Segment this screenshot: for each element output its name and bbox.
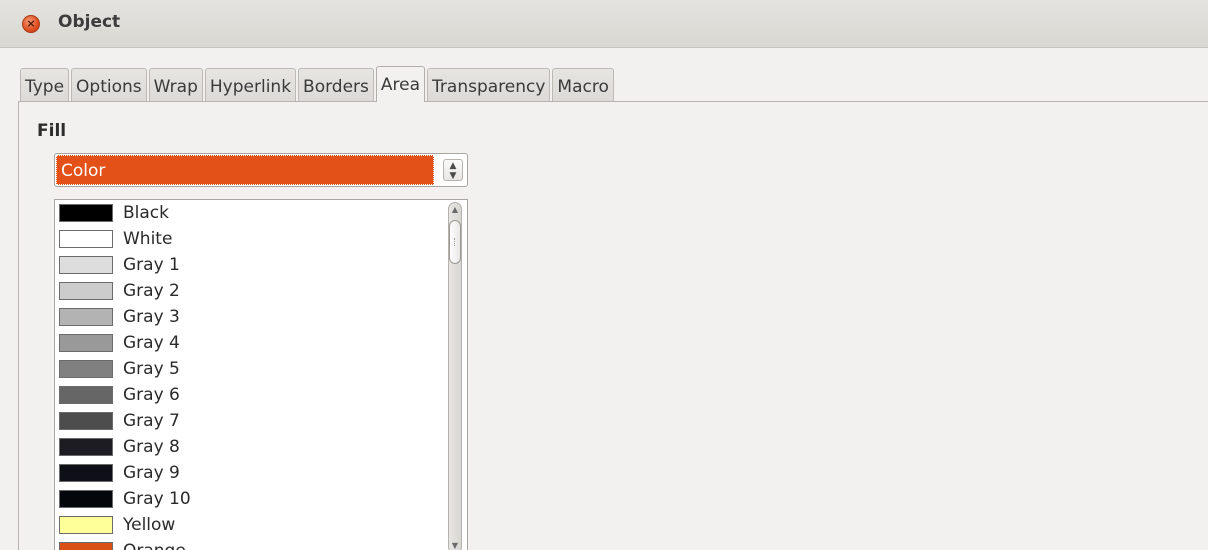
color-name: Gray 2: [123, 281, 180, 301]
color-name: Gray 8: [123, 437, 180, 457]
tab-borders[interactable]: Borders: [298, 68, 374, 102]
color-name: Gray 7: [123, 411, 180, 431]
color-name: Black: [123, 203, 169, 223]
close-icon[interactable]: ×: [22, 15, 40, 33]
fill-type-select[interactable]: Color ▲ ▼: [54, 153, 468, 187]
color-name: Yellow: [123, 515, 176, 535]
color-name: White: [123, 229, 173, 249]
color-swatch: [59, 438, 113, 456]
color-swatch: [59, 412, 113, 430]
color-list-item[interactable]: Gray 6: [55, 382, 467, 408]
color-name: Gray 10: [123, 489, 191, 509]
color-list-item[interactable]: Gray 2: [55, 278, 467, 304]
color-list-item[interactable]: Gray 9: [55, 460, 467, 486]
tab-options[interactable]: Options: [71, 68, 147, 102]
color-swatch: [59, 360, 113, 378]
tab-type[interactable]: Type: [20, 68, 70, 102]
fill-type-value: Color: [56, 155, 434, 185]
color-name: Gray 9: [123, 463, 180, 483]
tab-bar: Type Options Wrap Hyperlink Borders Area…: [20, 66, 616, 102]
title-bar: × Object: [0, 0, 1208, 48]
spin-arrows-icon[interactable]: ▲ ▼: [443, 159, 463, 181]
color-list-item[interactable]: Gray 8: [55, 434, 467, 460]
tab-transparency[interactable]: Transparency: [427, 68, 551, 102]
color-swatch: [59, 282, 113, 300]
fill-section-label: Fill: [37, 121, 67, 141]
color-list-item[interactable]: Orange: [55, 538, 467, 550]
window-title: Object: [58, 12, 121, 32]
tab-wrap[interactable]: Wrap: [148, 68, 203, 102]
color-swatch: [59, 386, 113, 404]
color-swatch: [59, 490, 113, 508]
tab-macro[interactable]: Macro: [552, 68, 614, 102]
color-swatch: [59, 516, 113, 534]
color-list-item[interactable]: Gray 3: [55, 304, 467, 330]
area-panel: Fill Color ▲ ▼ Black White Gray 1 Gray 2 Gray…: [18, 101, 1208, 550]
color-name: Orange: [123, 541, 186, 550]
color-list-item[interactable]: Gray 1: [55, 252, 467, 278]
color-swatch: [59, 542, 113, 550]
color-items: Black White Gray 1 Gray 2 Gray 3 Gray 4 Gray 5…: [55, 200, 467, 550]
color-swatch: [59, 204, 113, 222]
color-list-item[interactable]: Gray 4: [55, 330, 467, 356]
color-list-item[interactable]: Black: [55, 200, 467, 226]
color-name: Gray 3: [123, 307, 180, 327]
scroll-thumb[interactable]: [449, 220, 461, 264]
color-name: Gray 5: [123, 359, 180, 379]
color-swatch: [59, 334, 113, 352]
color-name: Gray 1: [123, 255, 180, 275]
color-swatch: [59, 464, 113, 482]
color-list-item[interactable]: Gray 7: [55, 408, 467, 434]
color-list-item[interactable]: Yellow: [55, 512, 467, 538]
color-name: Gray 4: [123, 333, 180, 353]
scroll-trough[interactable]: ▲ ▼: [448, 202, 462, 550]
tab-area[interactable]: Area: [375, 66, 426, 102]
color-name: Gray 6: [123, 385, 180, 405]
color-list-scrollbar[interactable]: ▲ ▼: [445, 200, 467, 550]
object-dialog: × Object Type Options Wrap Hyperlink Bor…: [0, 0, 1208, 550]
tab-hyperlink[interactable]: Hyperlink: [204, 68, 297, 102]
color-list-item[interactable]: Gray 10: [55, 486, 467, 512]
color-swatch: [59, 256, 113, 274]
color-list-item[interactable]: White: [55, 226, 467, 252]
grip-icon: [454, 238, 457, 246]
color-list-item[interactable]: Gray 5: [55, 356, 467, 382]
scroll-down-icon[interactable]: ▼: [449, 539, 461, 550]
color-list[interactable]: Black White Gray 1 Gray 2 Gray 3 Gray 4 Gray 5…: [54, 199, 468, 550]
color-swatch: [59, 308, 113, 326]
scroll-up-icon[interactable]: ▲: [449, 203, 461, 217]
color-swatch: [59, 230, 113, 248]
